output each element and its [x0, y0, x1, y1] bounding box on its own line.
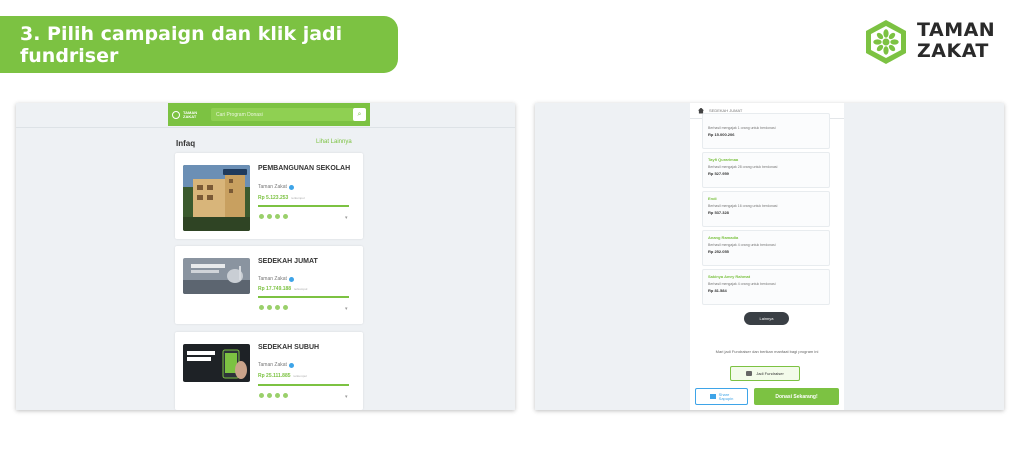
taman-zakat-logo-icon [866, 20, 906, 64]
search-input[interactable]: Cari Program Donasi ⌕ [211, 108, 366, 121]
donor-avatars [258, 392, 289, 399]
campaign-card[interactable]: SEDEKAH JUMAT Taman Zakat Rp 17.749.188 t… [175, 246, 363, 324]
chevron-down-icon[interactable]: ▾ [345, 215, 348, 221]
topbar-divider [16, 127, 515, 128]
campaign-thumbnail [183, 258, 250, 294]
fundraiser-item: Anang Ramadia Berhasil mengajak 4 orang … [702, 230, 830, 266]
step-banner-text: 3. Pilih campaign dan klik jadi fundrise… [20, 22, 343, 67]
progress-bar [258, 384, 349, 386]
share-button[interactable]: Share Sapupin [695, 388, 748, 405]
progress-bar [258, 296, 349, 298]
donor-avatars [258, 213, 289, 220]
mobile-view: SEDEKAH JUMAT Berhasil mengajak 1 orang … [690, 103, 844, 410]
campaign-title[interactable]: SEDEKAH SUBUH [258, 344, 358, 351]
campaign-org: Taman Zakat [258, 276, 294, 282]
fundraiser-item: Tayfi Qurarimaa Berhasil mengajak 28 ora… [702, 152, 830, 188]
search-icon[interactable]: ⌕ [353, 108, 366, 121]
brand-logo: TAMAN ZAKAT [862, 16, 1012, 68]
brand-wordmark: TAMAN ZAKAT [917, 19, 996, 62]
chevron-down-icon[interactable]: ▾ [345, 306, 348, 312]
campaign-card[interactable]: PEMBANGUNAN SEKOLAH Taman Zakat Rp 5.123… [175, 153, 363, 239]
see-all-link[interactable]: Lihat Lainnya [316, 139, 352, 145]
donate-now-button[interactable]: Donasi Sekarang! [754, 388, 839, 405]
campaign-amount: Rp 25.111.885 terkumpul [258, 373, 307, 379]
fundraiser-invite-text: Mari jadi Fundraiser dan berikan manfaat… [715, 349, 819, 354]
campaign-thumbnail [183, 165, 250, 231]
chevron-down-icon[interactable]: ▾ [345, 394, 348, 400]
step-banner: 3. Pilih campaign dan klik jadi fundrise… [0, 16, 398, 73]
become-fundraiser-button[interactable]: Jadi Fundraiser [730, 366, 800, 381]
campaign-amount: Rp 17.749.188 terkumpul [258, 286, 308, 292]
campaign-title[interactable]: SEDEKAH JUMAT [258, 258, 358, 265]
donor-avatars [258, 304, 289, 311]
section-title: Infaq [176, 139, 196, 148]
load-more-button[interactable]: Lainnya [744, 312, 789, 325]
campaign-card[interactable]: SEDEKAH SUBUH Taman Zakat Rp 25.111.885 t… [175, 332, 363, 410]
share-icon [709, 394, 716, 399]
campaign-org: Taman Zakat [258, 184, 294, 190]
search-placeholder: Cari Program Donasi [216, 111, 263, 118]
fundraiser-item: Sakinya Amry Rahmat Berhasil mengajak 4 … [702, 269, 830, 305]
campaign-list-screenshot: TAMAN ZAKAT Cari Program Donasi ⌕ Infaq … [16, 103, 515, 410]
verified-icon [288, 276, 294, 282]
fundraiser-icon [746, 371, 753, 376]
app-header: TAMAN ZAKAT Cari Program Donasi ⌕ [168, 103, 370, 126]
fundraiser-item: Berhasil mengajak 1 orang untuk berdonas… [702, 113, 830, 149]
verified-icon [288, 184, 294, 190]
app-logo-text: TAMAN ZAKAT [183, 109, 198, 119]
progress-bar [258, 205, 349, 207]
verified-icon [288, 362, 294, 368]
campaign-thumbnail [183, 344, 250, 382]
app-logo-icon [172, 110, 180, 119]
campaign-org: Taman Zakat [258, 362, 294, 368]
fundraiser-item: Endi Berhasil mengajak 16 orang untuk be… [702, 191, 830, 227]
campaign-title[interactable]: PEMBANGUNAN SEKOLAH [258, 165, 358, 172]
campaign-amount: Rp 5.123.253 terkumpul [258, 195, 305, 201]
campaign-detail-screenshot: SEDEKAH JUMAT Berhasil mengajak 1 orang … [535, 103, 1004, 410]
